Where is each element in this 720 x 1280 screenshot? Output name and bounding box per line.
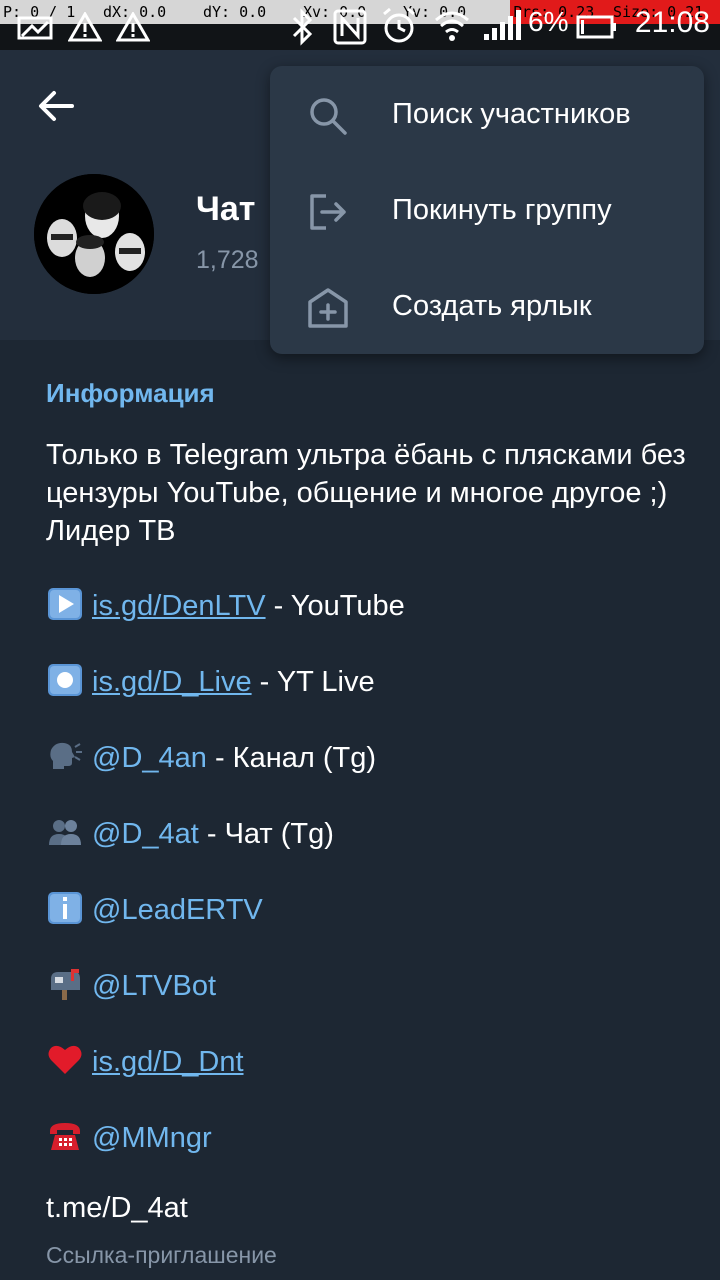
menu-item-leave-group[interactable]: Покинуть группу (270, 164, 704, 260)
info-line-manager: @MMngr (46, 1118, 212, 1158)
warning-icon (116, 12, 150, 42)
invite-link[interactable]: t.me/D_4at (46, 1192, 188, 1225)
overflow-menu: Поиск участников Покинуть группу Создать… (270, 66, 704, 354)
link-donate[interactable]: is.gd/D_Dnt (92, 1046, 244, 1078)
speaking-head-icon (50, 742, 82, 769)
battery-percent: 6% (528, 6, 569, 37)
mailbox-icon (51, 969, 80, 1000)
info-line-youtube: is.gd/DenLTV - YouTube (46, 586, 405, 626)
invite-link-label: Ссылка-приглашение (46, 1242, 277, 1268)
link-youtube[interactable]: is.gd/DenLTV (92, 590, 266, 622)
mention-leadertv[interactable]: @LeadERTV (92, 894, 263, 926)
image-notification-icon (17, 16, 53, 40)
play-button-icon (48, 588, 82, 620)
heart-icon (48, 1045, 82, 1074)
menu-label: Создать ярлык (392, 290, 592, 322)
line-text: - YouTube (265, 590, 405, 622)
info-line-channel: @D_4an - Канал (Tg) (46, 738, 376, 778)
mention-channel[interactable]: @D_4an (92, 742, 207, 774)
back-arrow-icon[interactable] (34, 84, 78, 128)
menu-label: Покинуть группу (392, 194, 612, 226)
leave-icon (310, 194, 346, 230)
chat-title: Чат (196, 190, 256, 228)
search-icon (310, 98, 347, 135)
info-line-chat: @D_4at - Чат (Tg) (46, 814, 334, 854)
info-line-donate: is.gd/D_Dnt (46, 1042, 244, 1082)
menu-item-create-shortcut[interactable]: Создать ярлык (270, 260, 704, 356)
group-description: Только в Telegram ультра ёбань с пляскам… (46, 439, 686, 547)
add-shortcut-icon (308, 288, 348, 328)
nfc-icon (333, 9, 367, 45)
line-text: - Чат (Tg) (198, 818, 334, 850)
menu-label: Поиск участников (392, 98, 631, 130)
status-bar: P: 0 / 1 dX: 0.0 dY: 0.0 Xv: 0.0 Yv: 0.0… (0, 0, 720, 50)
telephone-icon (50, 1123, 80, 1150)
alarm-icon (383, 7, 415, 43)
section-title-info: Информация (46, 378, 215, 408)
info-line-bot: @LTVBot (46, 966, 216, 1006)
bluetooth-icon (292, 8, 313, 46)
mention-bot[interactable]: @LTVBot (92, 970, 216, 1002)
battery-icon (576, 15, 616, 39)
mention-manager[interactable]: @MMngr (92, 1122, 212, 1154)
link-yt-live[interactable]: is.gd/D_Live (92, 666, 252, 698)
info-icon (48, 892, 82, 924)
wifi-icon (435, 11, 469, 41)
busts-icon (49, 820, 81, 845)
warning-icon (68, 12, 102, 42)
info-line-leadertv: @LeadERTV (46, 890, 263, 930)
info-line-yt-live: is.gd/D_Live - YT Live (46, 662, 375, 702)
mention-chat[interactable]: @D_4at (92, 818, 199, 850)
line-text: - YT Live (251, 666, 375, 698)
menu-item-search-members[interactable]: Поиск участников (270, 68, 704, 164)
member-count: 1,728 (196, 246, 259, 274)
line-text: - Канал (Tg) (206, 742, 376, 774)
record-button-icon (48, 664, 82, 696)
signal-icon (484, 10, 521, 40)
group-avatar[interactable] (34, 174, 154, 294)
clock: 21:08 (634, 6, 710, 39)
